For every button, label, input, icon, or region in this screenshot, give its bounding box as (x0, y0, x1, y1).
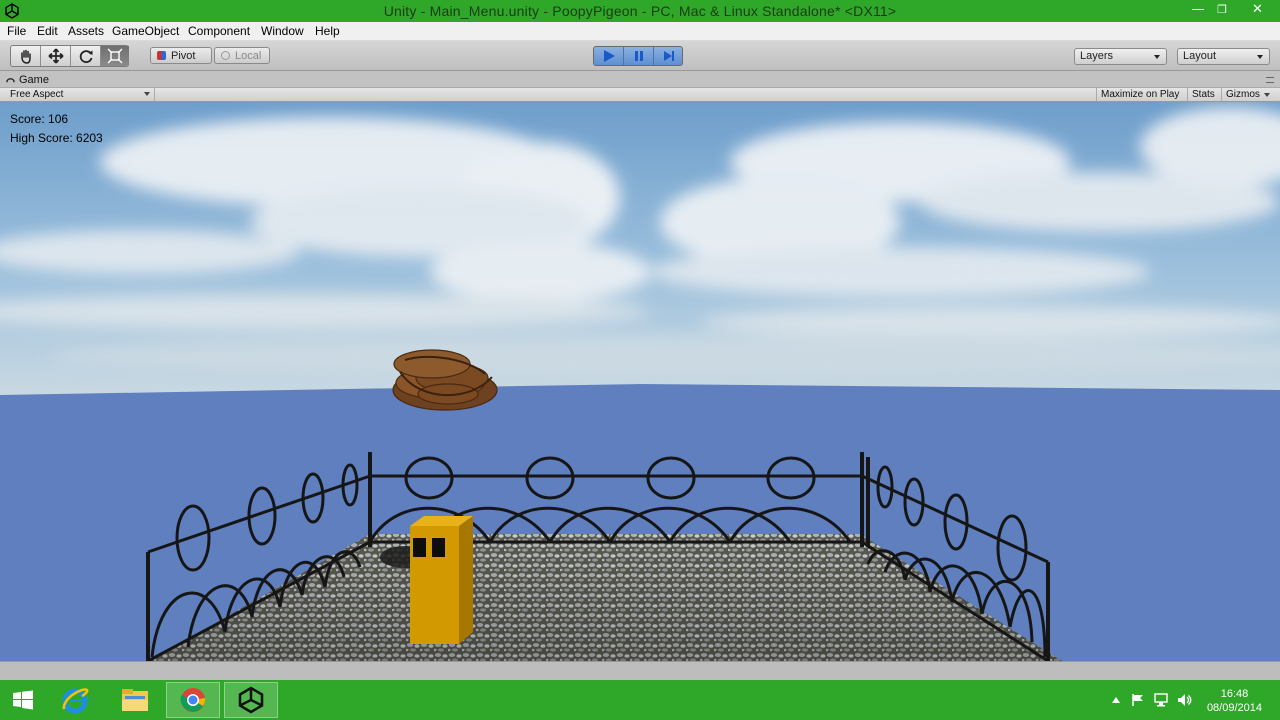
volume-icon[interactable] (1176, 692, 1192, 708)
unity-taskbar-button[interactable] (224, 682, 278, 718)
layout-label: Layout (1183, 50, 1217, 62)
status-bar (0, 661, 1280, 680)
high-score-label: High Score: 6203 (10, 131, 103, 145)
local-label: Local (235, 49, 262, 62)
clock-time: 16:48 (1220, 688, 1249, 700)
transform-tools (10, 45, 129, 67)
network-icon[interactable] (1153, 692, 1169, 708)
pivot-icon (157, 51, 166, 60)
maximize-button[interactable]: ❐ (1208, 0, 1236, 20)
chevron-down-icon (1154, 55, 1160, 59)
game-scene (0, 102, 1280, 661)
playback-controls (593, 46, 683, 66)
menu-file[interactable]: File (7, 24, 26, 38)
rotate-icon (79, 50, 92, 64)
play-icon (603, 50, 615, 62)
move-icon (47, 48, 64, 64)
aspect-label: Free Aspect (10, 89, 64, 100)
layers-dropdown[interactable]: Layers (1074, 48, 1167, 65)
local-toggle[interactable]: Local (214, 47, 270, 64)
chevron-down-icon (144, 92, 150, 96)
internet-explorer-icon (62, 688, 89, 714)
step-icon (664, 51, 674, 61)
hand-icon (20, 49, 31, 64)
layers-label: Layers (1080, 50, 1114, 62)
menu-component[interactable]: Component (188, 24, 250, 38)
character-eye (432, 538, 445, 557)
windows-taskbar: 16:48 08/09/2014 (0, 680, 1280, 720)
chrome-taskbar-button[interactable] (166, 682, 220, 718)
tab-game[interactable]: Game (6, 72, 49, 87)
step-button[interactable] (654, 47, 682, 65)
window-title: Unity - Main_Menu.unity - PoopyPigeon - … (383, 3, 897, 19)
close-button[interactable]: ✕ (1235, 0, 1280, 20)
title-bar: Unity - Main_Menu.unity - PoopyPigeon - … (0, 0, 1280, 22)
gizmos-dropdown[interactable]: Gizmos (1221, 88, 1274, 101)
maximize-on-play-toggle[interactable]: Maximize on Play (1096, 88, 1183, 101)
clock-date: 08/09/2014 (1206, 702, 1262, 714)
folder-icon (122, 689, 148, 711)
toolbar: Pivot Local Layers Layout (0, 41, 1280, 71)
file-explorer-taskbar-button[interactable] (108, 682, 162, 718)
menu-assets[interactable]: Assets (68, 24, 104, 38)
system-clock[interactable]: 16:48 08/09/2014 (1207, 687, 1262, 715)
play-button[interactable] (594, 47, 624, 65)
aspect-dropdown[interactable]: Free Aspect (0, 88, 155, 101)
chevron-down-icon (1263, 93, 1270, 97)
tab-game-label: Game (19, 73, 49, 86)
gizmos-label: Gizmos (1226, 89, 1260, 100)
game-controller-icon (6, 78, 15, 83)
pause-button[interactable] (624, 47, 654, 65)
scale-tool-button[interactable] (101, 46, 129, 66)
unity-icon (238, 686, 264, 714)
menu-edit[interactable]: Edit (37, 24, 58, 38)
score-label: Score: 106 (10, 112, 69, 126)
pivot-toggle[interactable]: Pivot (150, 47, 212, 64)
menu-help[interactable]: Help (315, 24, 340, 38)
scale-icon (107, 48, 123, 64)
layout-dropdown[interactable]: Layout (1177, 48, 1270, 65)
character-eye (413, 538, 426, 557)
windows-logo-icon (13, 690, 33, 710)
move-tool-button[interactable] (41, 46, 71, 66)
game-view-toolbar: Free Aspect Maximize on Play Stats Gizmo… (0, 87, 1280, 102)
action-center-flag-icon[interactable] (1131, 693, 1145, 707)
pivot-label: Pivot (171, 49, 196, 62)
game-panel-header: Game (0, 72, 1280, 87)
pause-icon (634, 51, 643, 61)
player-character (410, 516, 473, 644)
panel-menu-icon[interactable] (1266, 77, 1274, 83)
hand-tool-button[interactable] (11, 46, 41, 66)
game-viewport[interactable]: Score: 106 High Score: 6203 (0, 102, 1280, 661)
menu-bar: File Edit Assets GameObject Component Wi… (0, 22, 1280, 41)
rotate-tool-button[interactable] (71, 46, 101, 66)
chrome-icon (180, 688, 206, 712)
menu-window[interactable]: Window (261, 24, 304, 38)
show-hidden-icons-icon[interactable] (1111, 696, 1121, 704)
start-button[interactable] (0, 682, 46, 718)
stats-toggle[interactable]: Stats (1187, 88, 1219, 101)
internet-explorer-taskbar-button[interactable] (48, 682, 102, 718)
menu-gameobject[interactable]: GameObject (112, 24, 179, 38)
local-icon (221, 51, 230, 60)
chevron-down-icon (1257, 55, 1263, 59)
